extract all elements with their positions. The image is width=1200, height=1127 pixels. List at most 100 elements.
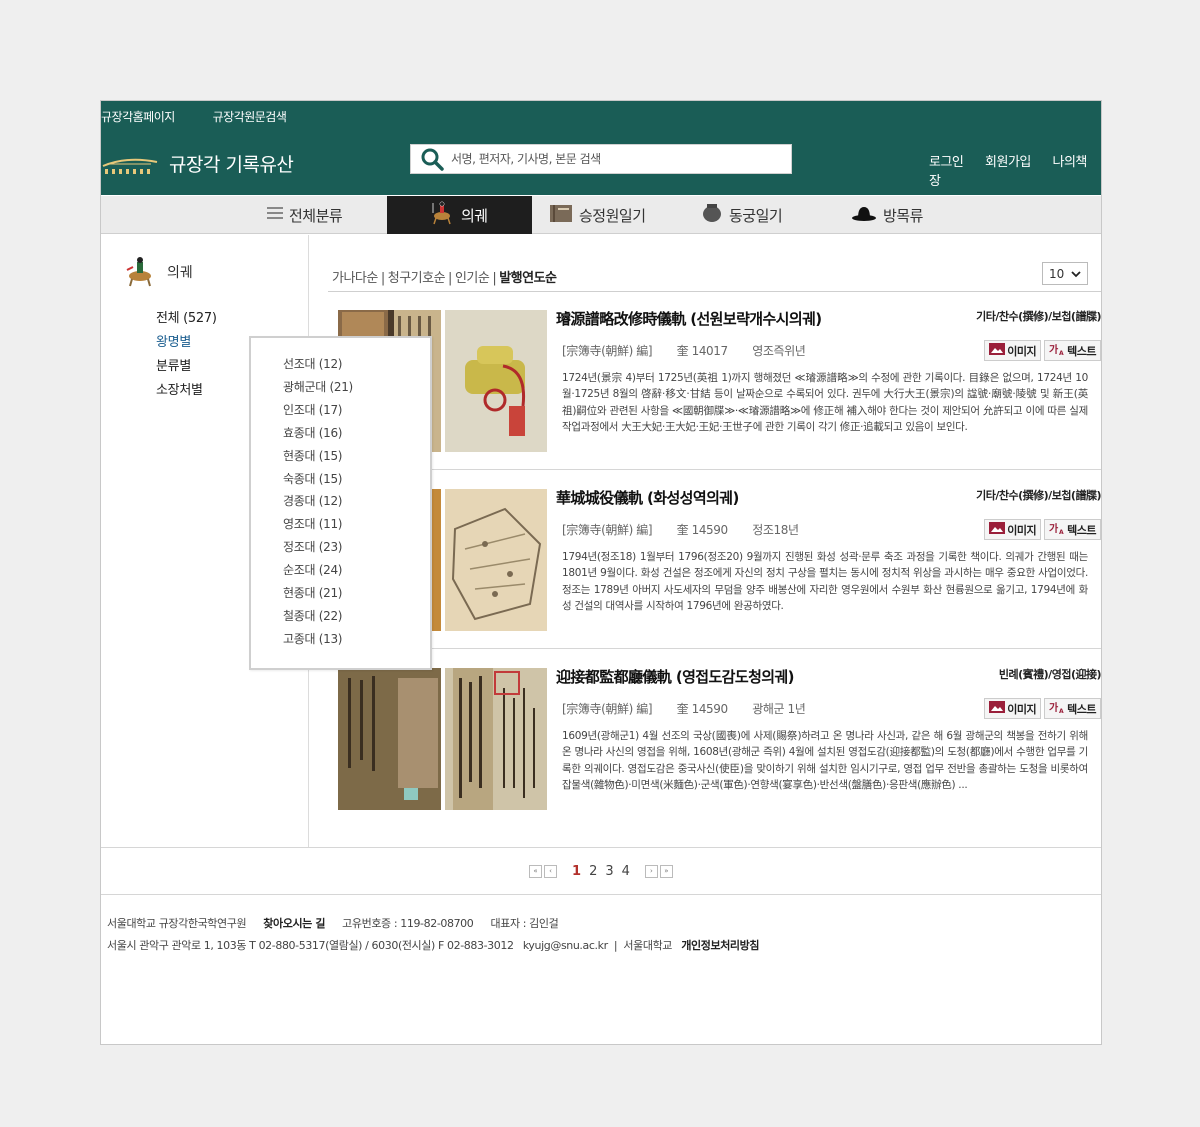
sort-year[interactable]: 발행연도순 — [499, 271, 557, 286]
search-input[interactable] — [451, 152, 771, 166]
last-page-icon[interactable]: » — [659, 864, 673, 878]
result-date: 영조즉위년 — [752, 344, 806, 358]
sidebar-item-all[interactable]: 전체 (527) — [156, 307, 217, 331]
result-buttons: 이미지 가A 텍스트 — [981, 519, 1101, 540]
nav-bangmok[interactable]: 방목류 — [851, 196, 923, 234]
result-meta: [宗簿寺(朝鮮) 編] 奎 14590 정조18년 — [562, 521, 820, 538]
result-thumbnails[interactable] — [338, 668, 548, 810]
logo-roof-icon — [101, 152, 159, 174]
svg-text:A: A — [1059, 708, 1064, 713]
sidebar-item-by-king[interactable]: 왕명별 — [156, 331, 217, 355]
list-item[interactable]: 효종대 (16) — [283, 422, 353, 445]
first-page-icon[interactable]: « — [529, 864, 543, 878]
svg-text:A: A — [1059, 350, 1064, 355]
footer-address: 서울시 관악구 관악로 1, 103동 T 02-880-5317(열람실) /… — [107, 939, 514, 952]
thumbnail-image — [444, 668, 548, 810]
list-item[interactable]: 철종대 (22) — [283, 605, 353, 628]
page-frame: 규장각홈페이지 규장각원문검색 규장각 기록유산 서명, 편저자, 기사명, 본… — [100, 100, 1102, 1045]
list-item[interactable]: 숙종대 (15) — [283, 468, 353, 491]
result-description: 1724년(景宗 4)부터 1725년(英祖 1)까지 행해졌던 ≪璿源譜略≫의… — [562, 372, 1088, 434]
book-icon — [549, 203, 573, 227]
page-1[interactable]: 1 — [572, 864, 581, 879]
footer-biz-no: 고유번호증 : 119-82-08700 — [342, 917, 474, 930]
search-icon[interactable] — [417, 144, 447, 174]
king-list: 선조대 (12) 광해군대 (21) 인조대 (17) 효종대 (16) 현종대… — [283, 353, 353, 651]
chevron-down-icon — [1071, 267, 1081, 281]
list-item[interactable]: 정조대 (23) — [283, 536, 353, 559]
result-buttons: 이미지 가A 텍스트 — [981, 340, 1101, 361]
result-title[interactable]: 璿源譜略改修時儀軌 (선원보략개수시의궤) — [556, 308, 822, 329]
list-item[interactable]: 순조대 (24) — [283, 559, 353, 582]
hamburger-icon — [267, 206, 283, 224]
result-meta: [宗簿寺(朝鮮) 編] 奎 14017 영조즉위년 — [562, 342, 826, 359]
picture-icon — [989, 343, 1006, 358]
text-view-button[interactable]: 가A 텍스트 — [1044, 519, 1101, 540]
text-view-button[interactable]: 가A 텍스트 — [1044, 698, 1101, 719]
result-title[interactable]: 迎接都監都廳儀軌 (영접도감도청의궤) — [556, 666, 795, 687]
sidebar-item-by-category[interactable]: 분류별 — [156, 355, 217, 379]
toplink-home[interactable]: 규장각홈페이지 — [101, 110, 175, 124]
sidebar-menu: 전체 (527) 왕명별 분류별 소장처별 — [156, 307, 217, 403]
site-logo[interactable]: 규장각 기록유산 — [101, 149, 294, 177]
list-item[interactable]: 현종대 (15) — [283, 445, 353, 468]
nav-seungjeongwon[interactable]: 승정원일기 — [549, 196, 646, 234]
next-page-icon[interactable]: › — [644, 864, 658, 878]
list-item[interactable]: 선조대 (12) — [283, 353, 353, 376]
list-item: 華城城役儀軌 (화성성역의궤) 기타/찬수(撰修)/보첩(譜牒) [宗簿寺(朝鮮… — [328, 471, 1101, 649]
text-icon: 가A — [1049, 522, 1065, 537]
list-item[interactable]: 광해군대 (21) — [283, 376, 353, 399]
result-call-no: 奎 14017 — [676, 344, 729, 358]
text-view-button[interactable]: 가A 텍스트 — [1044, 340, 1101, 361]
user-nav: 로그인 회원가입 나의책장 — [929, 151, 1101, 189]
list-item[interactable]: 현종대 (21) — [283, 582, 353, 605]
svg-text:가: 가 — [1049, 522, 1059, 534]
footer-directions-link[interactable]: 찾아오시는 길 — [263, 917, 325, 930]
nav-donggung[interactable]: 동궁일기 — [701, 196, 783, 234]
sort-options: 가나다순 | 청구기호순 | 인기순 | 발행연도순 — [332, 271, 557, 286]
result-meta: [宗簿寺(朝鮮) 編] 奎 14590 광해군 1년 — [562, 700, 826, 717]
sidebar-item-by-holder[interactable]: 소장처별 — [156, 379, 217, 403]
image-view-button[interactable]: 이미지 — [984, 519, 1042, 540]
result-title[interactable]: 華城城役儀軌 (화성성역의궤) — [556, 487, 739, 508]
thumbnail-image — [338, 668, 442, 810]
page-3[interactable]: 3 — [605, 864, 613, 879]
search-box — [410, 144, 792, 174]
list-item[interactable]: 경종대 (12) — [283, 490, 353, 513]
sort-alpha[interactable]: 가나다순 — [332, 271, 378, 286]
list-item: 璿源譜略改修時儀軌 (선원보략개수시의궤) 기타/찬수(撰修)/보첩(譜牒) [… — [328, 292, 1101, 470]
main-nav: 전체분류 의궤 승정원일기 동궁일기 방목류 — [101, 196, 1101, 234]
page-size-select[interactable]: 10 — [1042, 262, 1088, 285]
result-date: 광해군 1년 — [752, 702, 806, 716]
page-4[interactable]: 4 — [622, 864, 630, 879]
sort-callno[interactable]: 청구기호순 — [388, 271, 446, 286]
king-dropdown: 선조대 (12) 광해군대 (21) 인조대 (17) 효종대 (16) 현종대… — [249, 336, 432, 670]
thumbnail-image — [444, 310, 548, 452]
site-footer: 서울대학교 규장각한국학연구원 찾아오시는 길 고유번호증 : 119-82-0… — [107, 917, 760, 952]
text-icon: 가A — [1049, 701, 1065, 716]
prev-page-icon[interactable]: ‹ — [544, 864, 558, 878]
list-item[interactable]: 인조대 (17) — [283, 399, 353, 422]
signup-link[interactable]: 회원가입 — [985, 155, 1031, 170]
footer-privacy-link[interactable]: 개인정보처리방침 — [681, 939, 759, 952]
footer-email: kyujg@snu.ac.kr — [522, 939, 608, 952]
image-view-button[interactable]: 이미지 — [984, 698, 1042, 719]
image-view-button[interactable]: 이미지 — [984, 340, 1042, 361]
result-author: [宗簿寺(朝鮮) 編] — [562, 523, 653, 537]
footer-univ-link[interactable]: 서울대학교 — [623, 939, 672, 952]
nav-uigwe[interactable]: 의궤 — [387, 196, 532, 234]
result-author: [宗簿寺(朝鮮) 編] — [562, 702, 653, 716]
result-category: 기타/찬수(撰修)/보첩(譜牒) — [976, 310, 1101, 323]
pagination: « ‹ 1 2 3 4 › » — [101, 847, 1101, 895]
sort-popular[interactable]: 인기순 — [455, 271, 490, 286]
toplink-search[interactable]: 규장각원문검색 — [213, 110, 287, 124]
logo-text: 규장각 기록유산 — [169, 153, 294, 176]
footer-org: 서울대학교 규장각한국학연구원 — [107, 917, 247, 930]
list-item[interactable]: 고종대 (13) — [283, 628, 353, 651]
result-description: 1609년(광해군1) 4월 선조의 국상(國喪)에 사제(賜祭)하려고 온 명… — [562, 730, 1088, 792]
nav-all-categories[interactable]: 전체분류 — [267, 196, 343, 234]
login-link[interactable]: 로그인 — [929, 155, 964, 170]
list-item[interactable]: 영조대 (11) — [283, 513, 353, 536]
page-2[interactable]: 2 — [589, 864, 597, 879]
picture-icon — [989, 701, 1006, 716]
svg-text:가: 가 — [1049, 343, 1059, 355]
